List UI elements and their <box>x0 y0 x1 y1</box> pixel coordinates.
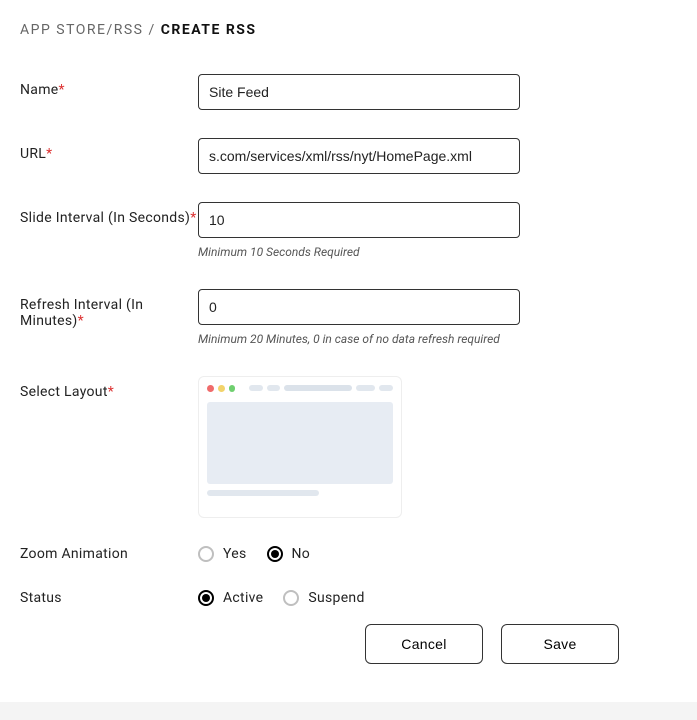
zoom-animation-no[interactable]: No <box>267 546 311 562</box>
slide-interval-hint: Minimum 10 Seconds Required <box>198 244 520 261</box>
radio-icon <box>267 546 283 562</box>
radio-icon <box>198 590 214 606</box>
slide-interval-input[interactable] <box>198 202 520 238</box>
cancel-button[interactable]: Cancel <box>365 624 483 664</box>
layout-preview-body <box>207 402 393 484</box>
status-active[interactable]: Active <box>198 590 263 606</box>
breadcrumb-current: CREATE RSS <box>161 22 257 38</box>
radio-label: Suspend <box>308 590 364 606</box>
url-label: URL* <box>20 138 198 162</box>
radio-label: Yes <box>223 546 247 562</box>
status-label: Status <box>20 590 198 606</box>
radio-icon <box>283 590 299 606</box>
name-label: Name* <box>20 74 198 98</box>
radio-label: Active <box>223 590 263 606</box>
radio-label: No <box>292 546 311 562</box>
layout-option-card[interactable] <box>198 376 402 518</box>
url-input[interactable] <box>198 138 520 174</box>
refresh-interval-hint: Minimum 20 Minutes, 0 in case of no data… <box>198 331 520 348</box>
select-layout-label: Select Layout* <box>20 376 198 400</box>
traffic-light-green-icon <box>229 385 236 392</box>
footer-strip <box>0 702 697 720</box>
breadcrumb-sep: / <box>144 22 161 38</box>
name-input[interactable] <box>198 74 520 110</box>
zoom-animation-label: Zoom Animation <box>20 546 198 562</box>
refresh-interval-input[interactable] <box>198 289 520 325</box>
refresh-interval-label: Refresh Interval (In Minutes)* <box>20 289 198 329</box>
traffic-light-yellow-icon <box>218 385 225 392</box>
status-suspend[interactable]: Suspend <box>283 590 364 606</box>
breadcrumb-parent[interactable]: APP STORE/RSS <box>20 22 144 38</box>
layout-preview-line <box>207 490 319 496</box>
zoom-animation-yes[interactable]: Yes <box>198 546 247 562</box>
slide-interval-label: Slide Interval (In Seconds)* <box>20 202 198 226</box>
radio-icon <box>198 546 214 562</box>
layout-titlebar <box>207 385 393 392</box>
breadcrumb: APP STORE/RSS / CREATE RSS <box>20 22 677 38</box>
save-button[interactable]: Save <box>501 624 619 664</box>
traffic-light-red-icon <box>207 385 214 392</box>
